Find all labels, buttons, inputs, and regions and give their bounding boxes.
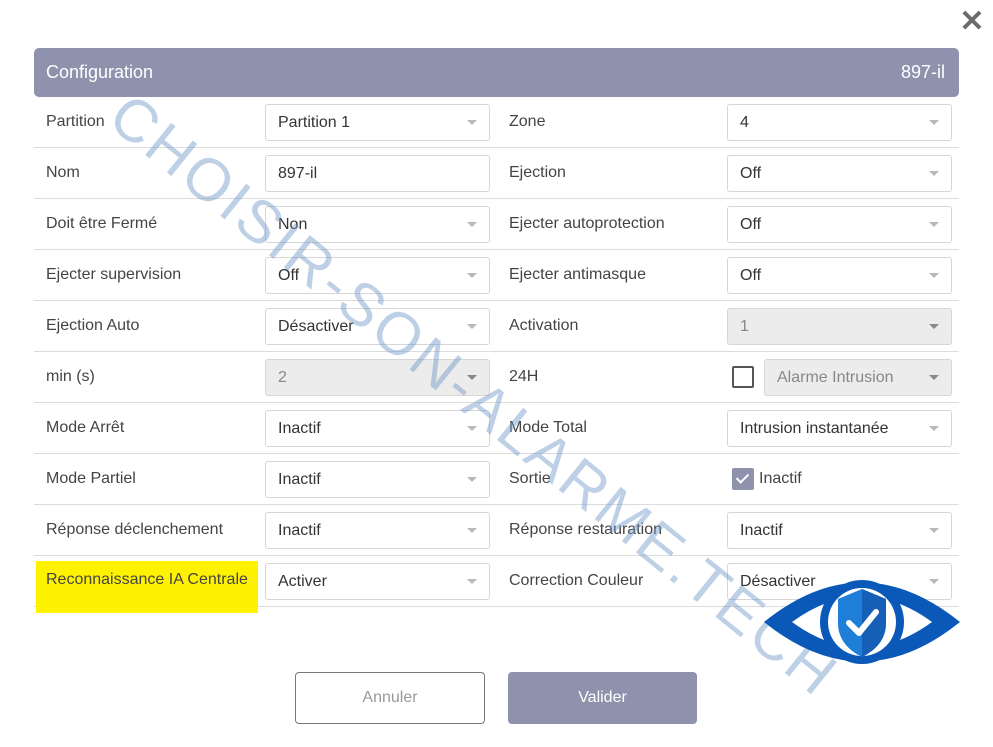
chevron-down-icon (467, 528, 477, 533)
chevron-down-icon (929, 171, 939, 176)
row-reconnaissance-ia: Reconnaissance IA Centrale Activer Corre… (34, 556, 959, 613)
row-nom: Nom 897-il Ejection Off (34, 148, 959, 199)
reponse-restauration-label: Réponse restauration (509, 521, 662, 538)
nom-label: Nom (46, 164, 80, 181)
correction-couleur-value: Désactiver (740, 573, 816, 590)
correction-couleur-select[interactable]: Désactiver (727, 563, 952, 600)
chevron-down-icon (929, 579, 939, 584)
mode-total-value: Intrusion instantanée (740, 420, 889, 437)
doit-etre-ferme-value: Non (278, 216, 308, 233)
nom-value: 897-il (278, 165, 318, 182)
chevron-down-icon (467, 579, 477, 584)
row-doit-etre-ferme: Doit être Fermé Non Ejecter autoprotecti… (34, 199, 959, 250)
ejecter-antimasque-value: Off (740, 267, 762, 284)
chevron-down-icon (467, 375, 477, 380)
partition-label: Partition (46, 113, 105, 130)
chevron-down-icon (467, 426, 477, 431)
zone-value: 4 (740, 114, 749, 131)
24h-label: 24H (509, 368, 539, 385)
chevron-down-icon (467, 120, 477, 125)
ejecter-autoprotection-select[interactable]: Off (727, 206, 952, 243)
validate-button[interactable]: Valider (508, 672, 697, 724)
ejection-auto-label: Ejection Auto (46, 317, 140, 334)
ejecter-antimasque-select[interactable]: Off (727, 257, 952, 294)
device-id: 897-il (900, 62, 945, 82)
mode-arret-label: Mode Arrêt (46, 419, 125, 436)
ejecter-antimasque-label: Ejecter antimasque (509, 266, 646, 283)
chevron-down-icon (467, 222, 477, 227)
doit-etre-ferme-select[interactable]: Non (265, 206, 490, 243)
reconnaissance-ia-label: Reconnaissance IA Centrale (36, 561, 258, 613)
ejection-auto-value: Désactiver (278, 318, 354, 335)
doit-etre-ferme-label: Doit être Fermé (46, 215, 158, 232)
chevron-down-icon (929, 375, 939, 380)
row-mode-arret: Mode Arrêt Inactif Mode Total Intrusion … (34, 403, 959, 454)
reponse-declenchement-label: Réponse déclenchement (46, 521, 224, 538)
cancel-button[interactable]: Annuler (295, 672, 485, 724)
mode-partiel-label: Mode Partiel (46, 470, 136, 487)
chevron-down-icon (467, 324, 477, 329)
partition-select[interactable]: Partition 1 (265, 104, 490, 141)
row-partition: Partition Partition 1 Zone 4 (34, 97, 959, 148)
dialog-header: Configuration 897-il (34, 48, 959, 97)
min-s-label: min (s) (46, 368, 95, 385)
chevron-down-icon (929, 528, 939, 533)
reconnaissance-ia-value: Activer (278, 573, 327, 590)
zone-label: Zone (509, 113, 546, 130)
sortie-label: Sortie (509, 470, 551, 487)
reponse-restauration-select[interactable]: Inactif (727, 512, 952, 549)
row-ejecter-supervision: Ejecter supervision Off Ejecter antimasq… (34, 250, 959, 301)
min-s-value: 2 (278, 369, 287, 386)
dialog-title: Configuration (46, 62, 154, 82)
activation-select: 1 (727, 308, 952, 345)
sortie-value: Inactif (759, 470, 802, 487)
row-mode-partiel: Mode Partiel Inactif Sortie Inactif (34, 454, 959, 505)
chevron-down-icon (467, 477, 477, 482)
chevron-down-icon (929, 222, 939, 227)
24h-checkbox[interactable] (732, 366, 754, 388)
reponse-declenchement-select[interactable]: Inactif (265, 512, 490, 549)
chevron-down-icon (929, 324, 939, 329)
ejection-auto-select[interactable]: Désactiver (265, 308, 490, 345)
24h-alarm-value: Alarme Intrusion (777, 369, 894, 386)
ejection-select[interactable]: Off (727, 155, 952, 192)
reconnaissance-ia-select[interactable]: Activer (265, 563, 490, 600)
activation-label: Activation (509, 317, 579, 334)
24h-alarm-select: Alarme Intrusion (764, 359, 952, 396)
correction-couleur-label: Correction Couleur (509, 572, 644, 589)
row-reponse-declenchement: Réponse déclenchement Inactif Réponse re… (34, 505, 959, 556)
ejecter-supervision-select[interactable]: Off (265, 257, 490, 294)
ejecter-autoprotection-value: Off (740, 216, 762, 233)
min-s-select: 2 (265, 359, 490, 396)
activation-value: 1 (740, 318, 749, 335)
ejecter-supervision-value: Off (278, 267, 300, 284)
mode-partiel-select[interactable]: Inactif (265, 461, 490, 498)
chevron-down-icon (929, 120, 939, 125)
ejecter-supervision-label: Ejecter supervision (46, 266, 182, 283)
chevron-down-icon (929, 426, 939, 431)
row-ejection-auto: Ejection Auto Désactiver Activation 1 (34, 301, 959, 352)
sortie-checkbox[interactable] (732, 468, 754, 490)
reponse-restauration-value: Inactif (740, 522, 783, 539)
ejection-value: Off (740, 165, 762, 182)
mode-arret-value: Inactif (278, 420, 321, 437)
row-min-s: min (s) 2 24H Alarme Intrusion (34, 352, 959, 403)
chevron-down-icon (929, 273, 939, 278)
ejecter-autoprotection-label: Ejecter autoprotection (509, 215, 665, 232)
mode-arret-select[interactable]: Inactif (265, 410, 490, 447)
reponse-declenchement-value: Inactif (278, 522, 321, 539)
zone-select[interactable]: 4 (727, 104, 952, 141)
config-form: Partition Partition 1 Zone 4 Nom 897-il … (34, 97, 959, 613)
mode-total-label: Mode Total (509, 419, 587, 436)
mode-partiel-value: Inactif (278, 471, 321, 488)
close-icon[interactable]: ✕ (958, 7, 986, 37)
ejection-label: Ejection (509, 164, 566, 181)
chevron-down-icon (467, 273, 477, 278)
partition-value: Partition 1 (278, 114, 351, 131)
nom-input[interactable]: 897-il (265, 155, 490, 192)
mode-total-select[interactable]: Intrusion instantanée (727, 410, 952, 447)
